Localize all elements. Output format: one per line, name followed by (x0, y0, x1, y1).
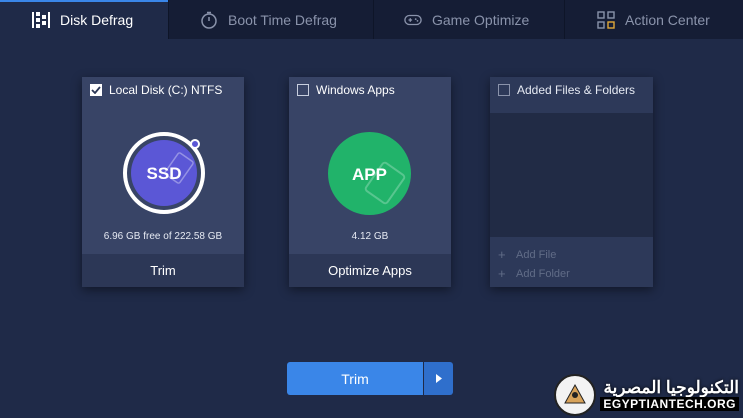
files-folders-title: Added Files & Folders (517, 83, 636, 97)
add-folder-label: Add Folder (516, 267, 570, 280)
tab-disk-defrag[interactable]: Disk Defrag (0, 0, 169, 39)
tab-label: Disk Defrag (60, 11, 134, 28)
tab-bar: Disk Defrag Boot Time Defrag Game Optimi… (0, 0, 743, 39)
add-file-button[interactable]: + Add File (498, 247, 556, 262)
gamepad-icon (404, 11, 422, 29)
ssd-badge-text: SSD (147, 164, 182, 183)
tab-label: Action Center (625, 11, 710, 28)
add-folder-button[interactable]: + Add Folder (498, 266, 570, 281)
tab-boot-time-defrag[interactable]: Boot Time Defrag (169, 0, 374, 39)
tab-label: Game Optimize (432, 11, 530, 28)
local-disk-checkbox[interactable] (90, 84, 102, 96)
windows-apps-checkbox[interactable] (297, 84, 309, 96)
play-arrow-icon (435, 374, 442, 383)
tab-label: Boot Time Defrag (228, 11, 337, 28)
watermark: التكنولوجيا المصرية EGYPTIANTECH.ORG (554, 374, 739, 416)
tab-action-center[interactable]: Action Center (565, 0, 743, 39)
trim-button[interactable]: Trim (287, 362, 423, 395)
disk-defrag-icon (32, 11, 50, 29)
files-folders-card[interactable]: Added Files & Folders + Add File + Add F… (490, 77, 653, 287)
trim-card-button[interactable]: Trim (82, 254, 244, 287)
watermark-arabic-text: التكنولوجيا المصرية (603, 378, 739, 397)
watermark-url: EGYPTIANTECH.ORG (600, 397, 739, 411)
action-center-icon (597, 10, 615, 29)
windows-apps-card[interactable]: Windows Apps APP 4.12 GB Optimize Apps (289, 77, 451, 287)
app-icon: APP (328, 132, 411, 215)
stopwatch-icon (200, 11, 218, 29)
windows-apps-title: Windows Apps (316, 83, 395, 97)
card-header: Local Disk (C:) NTFS (90, 83, 222, 97)
plus-icon: + (498, 247, 506, 262)
disk-space-info: 6.96 GB free of 222.58 GB (103, 231, 223, 242)
trim-dropdown-button[interactable] (424, 362, 453, 395)
files-folders-checkbox[interactable] (498, 84, 510, 96)
card-header: Windows Apps (297, 83, 395, 97)
plus-icon: + (498, 266, 506, 281)
apps-size-info: 4.12 GB (351, 231, 389, 242)
local-disk-card[interactable]: Local Disk (C:) NTFS SSD 6.96 GB free of… (82, 77, 244, 287)
app-badge-text: APP (352, 165, 387, 184)
card-header: Added Files & Folders (498, 83, 635, 97)
ssd-icon: SSD (123, 132, 205, 214)
files-list-area (490, 113, 653, 237)
add-file-label: Add File (516, 248, 557, 261)
watermark-logo (554, 374, 597, 416)
optimize-apps-button[interactable]: Optimize Apps (289, 254, 451, 287)
local-disk-title: Local Disk (C:) NTFS (109, 83, 223, 97)
tab-game-optimize[interactable]: Game Optimize (374, 0, 565, 39)
